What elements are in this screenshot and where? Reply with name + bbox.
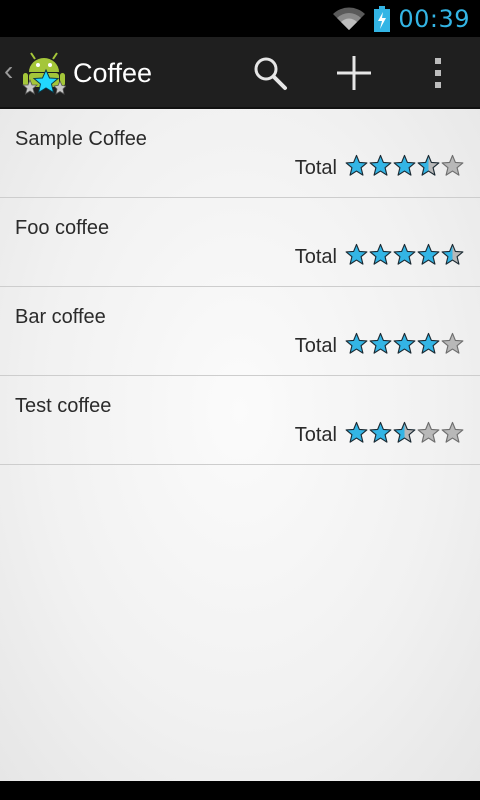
star-full-icon bbox=[393, 243, 416, 265]
coffee-name: Foo coffee bbox=[15, 217, 110, 239]
star-full-icon bbox=[345, 332, 368, 354]
status-icons: 00:39 bbox=[332, 0, 470, 37]
coffee-name: Bar coffee bbox=[15, 306, 106, 328]
total-label: Total bbox=[294, 424, 337, 446]
navigation-bar bbox=[0, 781, 480, 800]
overflow-menu-icon bbox=[435, 58, 441, 88]
search-icon bbox=[254, 57, 287, 90]
coffee-name: Sample Coffee bbox=[15, 128, 147, 150]
star-full-icon bbox=[393, 154, 416, 176]
star-full-icon bbox=[417, 243, 440, 265]
total-label: Total bbox=[294, 246, 337, 268]
star-full-icon bbox=[417, 332, 440, 354]
star-empty-icon bbox=[417, 421, 440, 443]
star-full-icon bbox=[393, 332, 416, 354]
overflow-menu-button[interactable] bbox=[414, 49, 462, 97]
coffee-list-item[interactable]: Sample Coffee Total bbox=[0, 109, 480, 198]
star-full-icon bbox=[345, 243, 368, 265]
star-full-icon bbox=[345, 421, 368, 443]
status-bar: 00:39 bbox=[0, 0, 480, 37]
wifi-icon bbox=[333, 7, 366, 30]
up-navigation-icon[interactable]: ‹ bbox=[4, 56, 13, 86]
action-bar: ‹ Coffee bbox=[0, 37, 480, 109]
total-label: Total bbox=[294, 335, 337, 357]
star-half-icon bbox=[393, 421, 416, 443]
coffee-list-item[interactable]: Bar coffee Total bbox=[0, 287, 480, 376]
coffee-name: Test coffee bbox=[15, 395, 112, 417]
star-empty-icon bbox=[441, 332, 464, 354]
star-empty-icon bbox=[441, 421, 464, 443]
star-full-icon bbox=[369, 421, 392, 443]
android-star-icon[interactable] bbox=[22, 50, 66, 96]
battery-charging-icon bbox=[374, 5, 391, 32]
rating-stars bbox=[345, 243, 464, 266]
rating-stars bbox=[345, 421, 464, 444]
add-icon bbox=[337, 56, 371, 90]
star-full-icon bbox=[369, 154, 392, 176]
coffee-list-item[interactable]: Test coffee Total bbox=[0, 376, 480, 465]
star-half-icon bbox=[417, 154, 440, 176]
coffee-list-item[interactable]: Foo coffee Total bbox=[0, 198, 480, 287]
coffee-list: Sample Coffee Total Foo coffee Total Bar… bbox=[0, 109, 480, 781]
star-full-icon bbox=[345, 154, 368, 176]
rating-stars bbox=[345, 154, 464, 177]
rating-stars bbox=[345, 332, 464, 355]
total-label: Total bbox=[294, 157, 337, 179]
star-full-icon bbox=[369, 243, 392, 265]
status-clock: 00:39 bbox=[398, 4, 470, 33]
search-button[interactable] bbox=[246, 49, 294, 97]
action-bar-title: Coffee bbox=[73, 58, 153, 88]
star-full-icon bbox=[369, 332, 392, 354]
star-empty-icon bbox=[441, 154, 464, 176]
add-button[interactable] bbox=[330, 49, 378, 97]
star-half-icon bbox=[441, 243, 464, 265]
